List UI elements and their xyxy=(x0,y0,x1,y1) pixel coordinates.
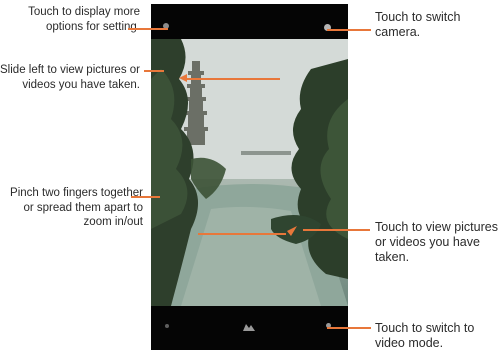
callout-switch-camera: Touch to switch camera. xyxy=(375,10,499,40)
dot-icon xyxy=(165,324,169,328)
pinch-arrow-head xyxy=(287,226,297,236)
callout-slide-left: Slide left to view pictures or videos yo… xyxy=(0,63,140,92)
leader-view-taken xyxy=(303,229,370,231)
callout-view-taken: Touch to view pictures or videos you hav… xyxy=(375,220,499,265)
leader-slide-left-arrow xyxy=(186,78,280,80)
callout-view-taken-text: Touch to view pictures or videos you hav… xyxy=(375,220,498,264)
leader-slide-left-outer xyxy=(144,70,164,72)
callout-switch-camera-text: Touch to switch camera. xyxy=(375,10,461,39)
callout-slide-left-text: Slide left to view pictures or videos yo… xyxy=(0,64,140,91)
callout-more-options: Touch to display more options for settin… xyxy=(0,5,140,34)
phone-screen xyxy=(151,4,348,350)
slide-left-arrow-head xyxy=(179,74,187,82)
leader-options xyxy=(128,28,168,30)
callout-video-mode-text: Touch to switch to video mode. xyxy=(375,321,475,350)
callout-pinch-zoom-text: Pinch two fingers together or spread the… xyxy=(10,187,143,228)
callout-more-options-text: Touch to display more options for settin… xyxy=(28,6,140,33)
leader-switch-camera xyxy=(327,29,371,31)
leader-video-mode xyxy=(327,327,371,329)
leader-pinch-inner xyxy=(198,233,286,235)
leader-pinch xyxy=(131,196,160,198)
callout-pinch-zoom: Pinch two fingers together or spread the… xyxy=(0,186,143,230)
callout-video-mode: Touch to switch to video mode. xyxy=(375,321,499,351)
capture-icon[interactable] xyxy=(242,320,256,332)
